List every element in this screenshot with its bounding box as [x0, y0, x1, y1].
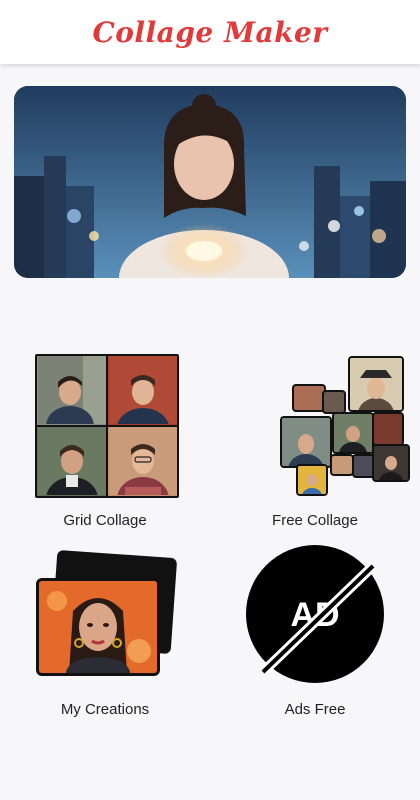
my-creations-tile[interactable]: My Creations — [0, 549, 210, 724]
app-title: Collage Maker — [92, 15, 328, 49]
banner-image — [14, 86, 406, 278]
grid-collage-tile[interactable]: Grid Collage — [0, 354, 210, 534]
ads-free-icon: AD — [245, 544, 385, 684]
ads-free-label: Ads Free — [284, 701, 346, 718]
ads-badge-text: AD — [290, 596, 339, 634]
ads-free-tile[interactable]: AD Ads Free — [210, 544, 420, 724]
app-header: Collage Maker — [0, 0, 420, 64]
free-collage-label: Free Collage — [272, 512, 358, 529]
my-creations-icon — [32, 549, 182, 679]
free-collage-tile[interactable]: Free Collage — [210, 354, 420, 534]
grid-collage-icon — [35, 354, 179, 498]
free-collage-icon — [240, 354, 410, 496]
grid-collage-label: Grid Collage — [63, 512, 147, 529]
my-creations-label: My Creations — [60, 701, 150, 718]
